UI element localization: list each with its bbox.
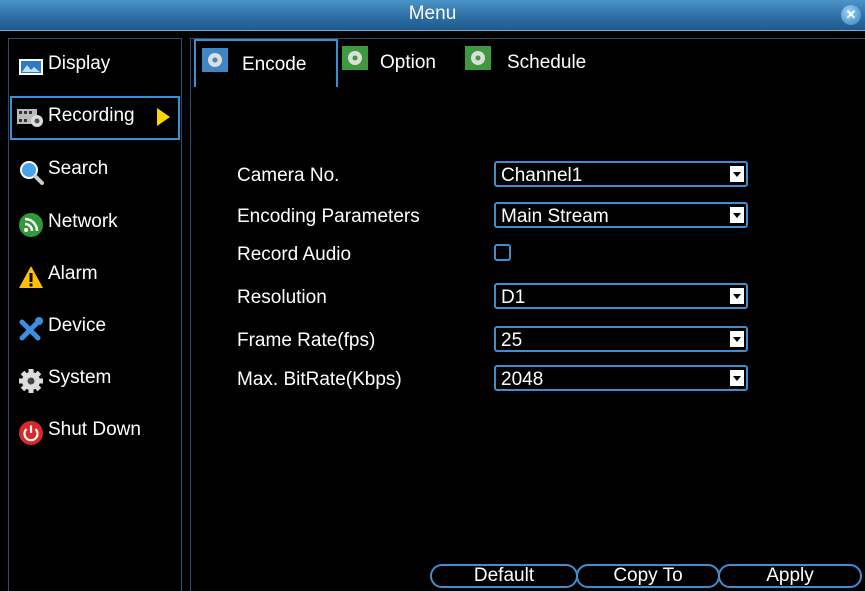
close-icon: ✕ <box>845 7 857 22</box>
power-icon <box>19 421 43 445</box>
recording-icon <box>17 109 43 127</box>
max-bitrate-label: Max. BitRate(Kbps) <box>237 369 402 390</box>
sidebar-item-label: Alarm <box>48 263 98 284</box>
chevron-down-icon[interactable] <box>730 288 744 304</box>
sidebar-item-system[interactable]: System <box>9 359 181 403</box>
sidebar-item-label: Recording <box>48 105 135 126</box>
encoding-parameters-value: Main Stream <box>501 206 609 227</box>
record-audio-label: Record Audio <box>237 244 352 265</box>
resolution-value: D1 <box>501 287 526 308</box>
frame-rate-row: Frame Rate(fps) 25 <box>237 326 817 356</box>
record-audio-checkbox[interactable] <box>494 244 511 261</box>
encoding-parameters-select[interactable]: Main Stream <box>494 202 748 228</box>
sidebar-item-display[interactable]: Display <box>9 45 181 89</box>
network-icon <box>19 213 43 237</box>
tab-option[interactable]: Option <box>336 39 456 85</box>
device-tools-icon <box>19 317 43 341</box>
camera-no-value: Channel1 <box>501 165 583 186</box>
default-button[interactable]: Default <box>430 564 578 588</box>
copy-to-button[interactable]: Copy To <box>576 564 720 588</box>
encoding-parameters-label: Encoding Parameters <box>237 206 420 227</box>
frame-rate-select[interactable]: 25 <box>494 326 748 352</box>
sidebar-item-label: Network <box>48 211 118 232</box>
sidebar-item-alarm[interactable]: Alarm <box>9 255 181 299</box>
frame-rate-value: 25 <box>501 330 523 351</box>
display-icon <box>19 59 43 75</box>
tab-label: Schedule <box>507 52 587 73</box>
selected-arrow-icon <box>157 108 170 126</box>
sidebar-item-label: Display <box>48 53 111 74</box>
resolution-row: Resolution D1 <box>237 283 817 313</box>
gear-icon <box>202 48 228 72</box>
sidebar-item-label: Search <box>48 158 109 179</box>
sidebar-item-network[interactable]: Network <box>9 203 181 247</box>
apply-button[interactable]: Apply <box>718 564 862 588</box>
tab-schedule[interactable]: Schedule <box>459 39 609 85</box>
max-bitrate-select[interactable]: 2048 <box>494 365 748 391</box>
sidebar: Display Recording Search Network Alarm D… <box>8 38 182 591</box>
encoding-parameters-row: Encoding Parameters Main Stream <box>237 202 817 232</box>
title-bar: Menu ✕ <box>0 0 865 31</box>
window-title: Menu <box>408 3 457 24</box>
max-bitrate-row: Max. BitRate(Kbps) 2048 <box>237 365 817 395</box>
system-gear-icon <box>19 369 43 393</box>
resolution-select[interactable]: D1 <box>494 283 748 309</box>
camera-no-label: Camera No. <box>237 165 340 186</box>
sidebar-item-shut-down[interactable]: Shut Down <box>9 411 181 455</box>
sidebar-item-recording[interactable]: Recording <box>10 96 180 140</box>
record-audio-row: Record Audio <box>237 240 817 270</box>
tab-label: Option <box>380 52 436 73</box>
frame-rate-label: Frame Rate(fps) <box>237 330 376 351</box>
close-button[interactable]: ✕ <box>841 5 861 25</box>
chevron-down-icon[interactable] <box>730 166 744 182</box>
tab-encode[interactable]: Encode <box>194 39 338 87</box>
chevron-down-icon[interactable] <box>730 370 744 386</box>
gear-icon <box>342 46 368 70</box>
sidebar-item-label: System <box>48 367 112 388</box>
sidebar-item-label: Shut Down <box>48 419 141 440</box>
search-icon <box>20 161 44 185</box>
alarm-warning-icon <box>19 266 43 288</box>
camera-no-row: Camera No. Channel1 <box>237 161 817 191</box>
sidebar-item-device[interactable]: Device <box>9 307 181 351</box>
max-bitrate-value: 2048 <box>501 369 544 390</box>
camera-no-select[interactable]: Channel1 <box>494 161 748 187</box>
sidebar-item-search[interactable]: Search <box>9 150 181 194</box>
gear-icon <box>465 46 491 70</box>
resolution-label: Resolution <box>237 287 327 308</box>
main-panel: Encode Option Schedule Camera No. Channe… <box>190 38 865 591</box>
sidebar-item-label: Device <box>48 315 107 336</box>
tab-label: Encode <box>242 54 307 75</box>
chevron-down-icon[interactable] <box>730 331 744 347</box>
chevron-down-icon[interactable] <box>730 207 744 223</box>
